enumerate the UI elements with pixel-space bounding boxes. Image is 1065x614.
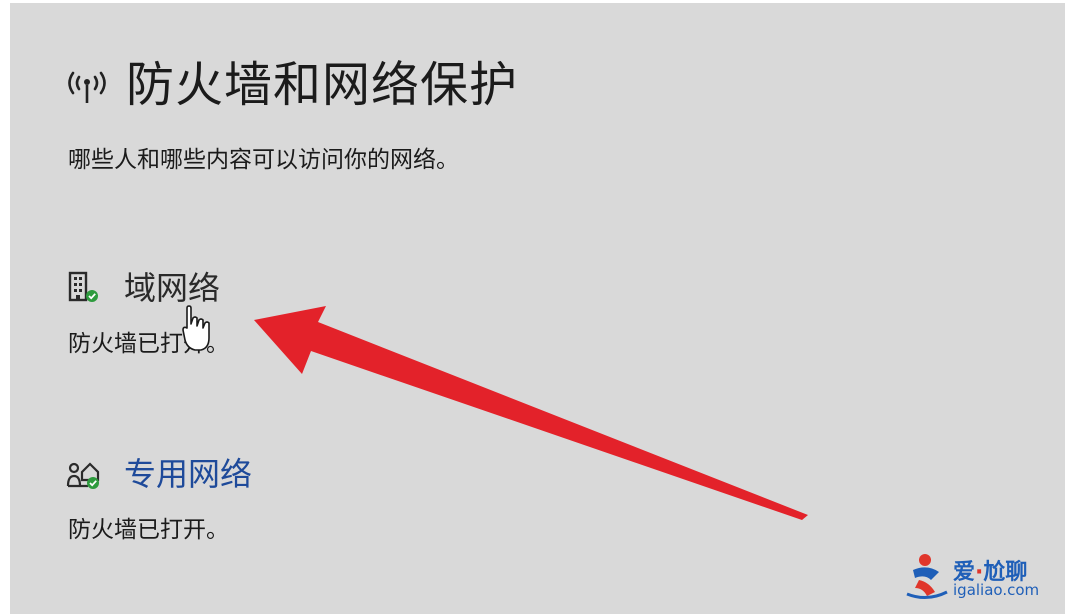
signal-antenna-icon: [68, 71, 106, 103]
private-network-section[interactable]: 专用网络 防火墙已打开。: [66, 452, 252, 544]
domain-network-icon: [68, 271, 98, 302]
domain-network-link[interactable]: 域网络: [124, 272, 220, 304]
page-title: 防火墙和网络保护: [126, 57, 519, 113]
watermark-logo-icon: [906, 554, 948, 599]
private-network-link[interactable]: 专用网络: [124, 458, 252, 490]
private-network-status: 防火墙已打开。: [68, 517, 229, 543]
domain-network-section[interactable]: 域网络 防火墙已打开。: [66, 266, 229, 358]
private-network-icon: [66, 462, 100, 489]
page-header: 防火墙和网络保护: [64, 50, 518, 120]
page-subtitle: 哪些人和哪些内容可以访问你的网络。: [68, 147, 459, 173]
watermark-url: igaliao.com: [953, 581, 1040, 599]
domain-network-status: 防火墙已打开。: [68, 331, 229, 357]
watermark: 爱·尬聊 igaliao.com: [905, 548, 1055, 606]
